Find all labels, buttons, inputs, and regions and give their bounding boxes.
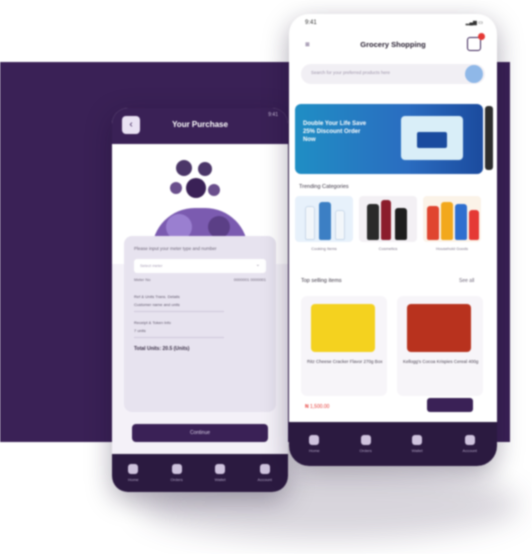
tab-orders[interactable]: Orders (360, 435, 372, 453)
tab-wallet[interactable]: Wallet (412, 435, 423, 453)
home-icon (128, 464, 139, 474)
page-title: Grocery Shopping (360, 40, 426, 49)
meter-select-placeholder: Select meter (140, 263, 163, 268)
products-row: Ritz Cheese Cracker Flavor 270g Box Kell… (301, 296, 483, 396)
promo-banner[interactable]: Double Your Life Save 25% Discount Order… (295, 104, 483, 174)
next-banner-peek[interactable] (485, 106, 493, 170)
tab-label: Orders (359, 448, 372, 453)
categories-title: Trending Categories (299, 184, 349, 190)
category-card[interactable]: Household Goods (423, 196, 481, 251)
product-label-image (417, 132, 447, 148)
tab-label: Account (257, 477, 272, 482)
account-icon (464, 435, 475, 445)
home-icon (309, 435, 320, 445)
status-time: 9:41 (305, 20, 317, 26)
product-image (311, 304, 375, 352)
account-icon (259, 464, 270, 474)
tab-wallet[interactable]: Wallet (215, 464, 226, 482)
tab-home[interactable]: Home (128, 464, 139, 482)
add-to-cart-button[interactable] (427, 398, 473, 412)
tab-label: Wallet (411, 448, 423, 453)
category-label: Cooking Items (311, 246, 337, 251)
tab-account[interactable]: Account (258, 464, 272, 482)
tab-account[interactable]: Account (463, 435, 477, 453)
right-tabbar: Home Orders Wallet Account (289, 422, 497, 466)
product-card[interactable]: Kellogg's Cocoa Krispies Cereal 400g (397, 296, 483, 396)
continue-button[interactable]: Continue (132, 424, 268, 442)
meter-label: Meter No (134, 277, 151, 282)
meter-select[interactable]: Select meter ⌄ (134, 259, 266, 273)
status-bar: 9:41 ▂▄▆ ▭ (289, 14, 497, 34)
search-input[interactable]: Search for your preferred products here (301, 64, 485, 84)
right-header: ≡ Grocery Shopping (289, 33, 497, 56)
phone-right: 9:41 ▂▄▆ ▭ ≡ Grocery Shopping Search for… (289, 14, 497, 466)
tab-label: Home (127, 477, 139, 482)
signal-icon: ▂▄▆ ▭ (465, 20, 483, 26)
categories-row: Cooking Items Cosmetics Household Goods (295, 196, 481, 251)
see-all-link[interactable]: See all (459, 278, 474, 284)
orders-icon (360, 435, 371, 445)
detail-line: 7 units (134, 328, 146, 333)
product-name: Kellogg's Cocoa Krispies Cereal 400g (403, 359, 479, 364)
product-name: Ritz Cheese Cracker Flavor 270g Box (307, 359, 383, 364)
form-prompt: Please input your meter type and number (134, 246, 217, 251)
tab-label: Orders (170, 477, 183, 482)
cart-badge (478, 33, 485, 40)
tab-label: Home (308, 448, 320, 453)
product-image (407, 304, 471, 352)
wallet-icon (412, 435, 423, 445)
tab-orders[interactable]: Orders (171, 464, 183, 482)
product-price: ₦ 1,500.00 (305, 404, 330, 410)
left-title: Your Purchase (172, 120, 228, 129)
amount-total: Total Units: 20.5 (Units) (134, 346, 190, 352)
search-icon[interactable] (465, 65, 483, 83)
search-placeholder: Search for your preferred products here (311, 70, 391, 75)
banner-text: Double Your Life Save 25% Discount Order… (303, 121, 367, 143)
meter-row: Meter No 0000001 0000001 (134, 277, 266, 282)
best-sellers-title: Top selling items (301, 278, 342, 284)
left-header: ‹ Your Purchase 9:41 (112, 108, 288, 144)
tab-home[interactable]: Home (309, 435, 320, 453)
meter-form: Please input your meter type and number … (124, 236, 276, 412)
left-status: 9:41 (268, 112, 278, 118)
category-image (359, 196, 417, 242)
category-card[interactable]: Cosmetics (359, 196, 417, 251)
divider (134, 311, 224, 312)
cart-icon[interactable] (467, 33, 485, 51)
wallet-icon (215, 464, 226, 474)
chevron-down-icon: ⌄ (255, 262, 260, 268)
divider (134, 337, 224, 338)
category-label: Household Goods (435, 246, 469, 251)
meter-value: 0000001 0000001 (233, 277, 266, 282)
detail-line: Receipt & Token Info (134, 320, 171, 325)
product-card[interactable]: Ritz Cheese Cracker Flavor 270g Box (301, 296, 387, 396)
left-tabbar: Home Orders Wallet Account (112, 454, 288, 492)
tab-label: Account (462, 448, 477, 453)
category-label: Cosmetics (378, 246, 398, 251)
category-image (295, 196, 353, 242)
category-image (423, 196, 481, 242)
phone-left: ‹ Your Purchase 9:41 Please input your m… (112, 108, 288, 492)
detail-line: Customer name and units (134, 302, 180, 307)
category-card[interactable]: Cooking Items (295, 196, 353, 251)
detail-line: Ref & Units Trans. Details (134, 294, 180, 299)
orders-icon (171, 464, 182, 474)
tab-label: Wallet (214, 477, 226, 482)
showcase-stage: ‹ Your Purchase 9:41 Please input your m… (0, 0, 532, 554)
